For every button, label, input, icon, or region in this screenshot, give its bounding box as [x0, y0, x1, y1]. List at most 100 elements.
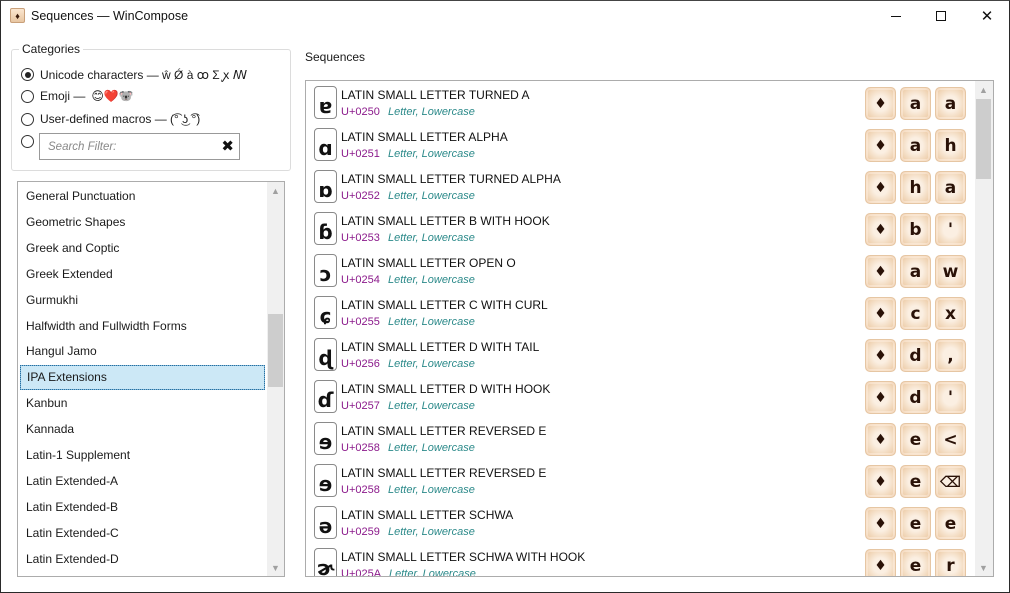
block-list-item[interactable]: Latin Extended-B	[20, 495, 265, 520]
compose-key-icon: ♦	[865, 213, 896, 246]
key-cap: h	[900, 171, 931, 204]
block-list-item[interactable]: General Punctuation	[20, 184, 265, 209]
block-list-item[interactable]: IPA Extensions	[20, 365, 265, 391]
key-sequence: ♦ a w	[865, 255, 966, 288]
sequences-list[interactable]: ɐ LATIN SMALL LETTER TURNED A U+0250 Letter…	[305, 80, 994, 577]
key-cap: e	[900, 507, 931, 540]
character-category: Letter, Lowercase	[388, 232, 475, 244]
block-list-item[interactable]: Geometric Shapes	[20, 210, 265, 235]
clear-search-icon[interactable]: ✖	[221, 137, 234, 155]
compose-key-icon: ♦	[865, 129, 896, 162]
scrollbar-thumb[interactable]	[268, 314, 283, 387]
key-cap: e	[935, 507, 966, 540]
radio-button[interactable]	[21, 112, 34, 126]
radio-search[interactable]	[21, 135, 34, 148]
block-list-item[interactable]: Greek and Coptic	[20, 236, 265, 261]
search-filter-box[interactable]: ✖	[39, 133, 240, 160]
character-preview: ɐ	[314, 86, 337, 119]
sequence-row[interactable]: ɖ LATIN SMALL LETTER D WITH TAIL U+0256 Let…	[306, 333, 974, 375]
sequence-row[interactable]: ɘ LATIN SMALL LETTER REVERSED E U+0258 Lett…	[306, 459, 974, 501]
sequences-label: Sequences	[305, 50, 366, 64]
compose-key-icon: ♦	[865, 339, 896, 372]
radio-emoji[interactable]: Emoji — 😊❤️🐨	[21, 89, 134, 103]
codepoint: U+0252	[341, 190, 380, 202]
block-list-item[interactable]: Kannada	[20, 417, 265, 442]
categories-group: Categories Unicode characters — ŵ Ǿ à ꝏ …	[11, 42, 291, 171]
radio-label: Unicode characters — ŵ Ǿ à ꝏ Σ ꭙ ꟿ	[40, 68, 248, 82]
key-cap: e	[900, 423, 931, 456]
key-sequence: ♦ e <	[865, 423, 966, 456]
key-sequence: ♦ h a	[865, 171, 966, 204]
sequence-row[interactable]: ɚ LATIN SMALL LETTER SCHWA WITH HOOK U+025…	[306, 543, 974, 576]
sequence-row[interactable]: ɑ LATIN SMALL LETTER ALPHA U+0251 Letter, L…	[306, 123, 974, 165]
categories-legend: Categories	[19, 42, 84, 56]
character-name: LATIN SMALL LETTER REVERSED E	[341, 466, 547, 480]
compose-key-icon: ♦	[865, 171, 896, 204]
character-preview: ɚ	[314, 548, 337, 576]
radio-button[interactable]	[21, 135, 34, 148]
key-sequence: ♦ d,	[865, 339, 966, 372]
minimize-button[interactable]	[873, 1, 919, 31]
compose-key-icon: ♦	[865, 381, 896, 414]
character-name: LATIN SMALL LETTER D WITH HOOK	[341, 382, 551, 396]
sequence-row[interactable]: ɗ LATIN SMALL LETTER D WITH HOOK U+0257 Let…	[306, 375, 974, 417]
compose-key-icon: ♦	[865, 87, 896, 120]
block-list-item[interactable]: Hangul Jamo	[20, 339, 265, 364]
unicode-block-list[interactable]: General Punctuation Geometric Shapes Greek…	[17, 181, 285, 577]
radio-button[interactable]	[21, 89, 34, 103]
scroll-down-icon[interactable]: ▼	[267, 559, 284, 576]
sequence-row[interactable]: ɒ LATIN SMALL LETTER TURNED ALPHA U+0252 Le…	[306, 165, 974, 207]
radio-user-macros[interactable]: User-defined macros — (͡° ͜ʖ ͡°)	[21, 112, 200, 126]
block-list-item[interactable]: Latin Extended-A	[20, 469, 265, 494]
sequence-row[interactable]: ɐ LATIN SMALL LETTER TURNED A U+0250 Letter…	[306, 81, 974, 123]
sequence-row[interactable]: ɔ LATIN SMALL LETTER OPEN O U+0254 Letter, …	[306, 249, 974, 291]
compose-key-icon: ♦	[865, 423, 896, 456]
key-cap: '	[935, 381, 966, 414]
scroll-down-icon[interactable]: ▼	[975, 559, 992, 576]
sequence-row[interactable]: ə LATIN SMALL LETTER SCHWA U+0259 Letter, L…	[306, 501, 974, 543]
character-category: Letter, Lowercase	[388, 358, 475, 370]
key-sequence: ♦ e ⌫	[865, 465, 966, 498]
key-sequence: ♦ e r	[865, 549, 966, 576]
key-cap: a	[935, 87, 966, 120]
character-name: LATIN SMALL LETTER OPEN O	[341, 256, 516, 270]
wincompose-window: ♦ Sequences — WinCompose ✕ Categories Un…	[0, 0, 1010, 593]
character-preview: ɘ	[314, 422, 337, 455]
character-name: LATIN SMALL LETTER SCHWA	[341, 508, 514, 522]
character-category: Letter, Lowercase	[388, 400, 475, 412]
maximize-button[interactable]	[918, 1, 964, 31]
radio-button[interactable]	[21, 68, 34, 81]
radio-label: Emoji —	[40, 89, 86, 103]
block-list-item[interactable]: Kanbun	[20, 391, 265, 416]
key-cap: d	[900, 339, 931, 372]
block-list-item[interactable]: Latin-1 Supplement	[20, 443, 265, 468]
search-filter-input[interactable]	[48, 139, 208, 155]
character-preview: ɓ	[314, 212, 337, 245]
key-sequence: ♦ a h	[865, 129, 966, 162]
block-list-item[interactable]: Latin Extended-C	[20, 521, 265, 546]
codepoint: U+0254	[341, 274, 380, 286]
character-preview: ɑ	[314, 128, 337, 161]
sequences-scrollbar[interactable]: ▲ ▼	[975, 81, 993, 576]
key-cap: <	[935, 423, 966, 456]
scrollbar-thumb[interactable]	[976, 99, 991, 179]
block-list-item[interactable]: Halfwidth and Fullwidth Forms	[20, 314, 265, 339]
character-name: LATIN SMALL LETTER B WITH HOOK	[341, 214, 550, 228]
sequence-row[interactable]: ɓ LATIN SMALL LETTER B WITH HOOK U+0253 Let…	[306, 207, 974, 249]
block-list-item[interactable]: Gurmukhi	[20, 288, 265, 313]
scroll-up-icon[interactable]: ▲	[267, 182, 284, 199]
block-list-item[interactable]: Latin Extended-D	[20, 547, 265, 572]
character-preview: ə	[314, 506, 337, 539]
scroll-up-icon[interactable]: ▲	[975, 81, 992, 98]
close-icon: ✕	[980, 8, 994, 25]
block-list-scrollbar[interactable]: ▲ ▼	[267, 182, 284, 576]
character-category: Letter, Lowercase	[388, 148, 475, 160]
key-cap: a	[935, 171, 966, 204]
window-title: Sequences — WinCompose	[31, 9, 189, 23]
radio-unicode-characters[interactable]: Unicode characters — ŵ Ǿ à ꝏ Σ ꭙ ꟿ	[21, 66, 247, 83]
sequence-row[interactable]: ɘ LATIN SMALL LETTER REVERSED E U+0258 Lett…	[306, 417, 974, 459]
block-list-item[interactable]: Greek Extended	[20, 262, 265, 287]
close-button[interactable]: ✕	[964, 1, 1010, 31]
sequence-row[interactable]: ɕ LATIN SMALL LETTER C WITH CURL U+0255 Let…	[306, 291, 974, 333]
title-bar[interactable]: ♦ Sequences — WinCompose ✕	[1, 1, 1009, 32]
